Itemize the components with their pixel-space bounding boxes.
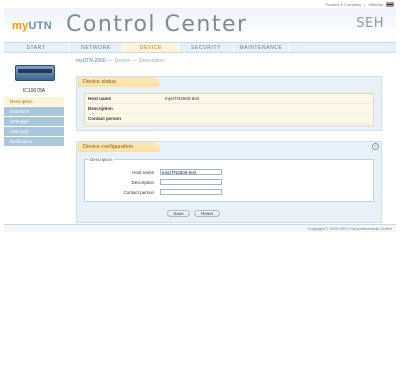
breadcrumb-page: Description [139, 58, 165, 64]
top-links-separator: | [364, 1, 366, 7]
breadcrumb-device[interactable]: myUTN-2500 [76, 58, 106, 64]
myutn-logo: myUTN [12, 20, 52, 32]
form-row-description: Description [85, 178, 375, 186]
help-icon[interactable]: ? [372, 143, 379, 150]
form-row-contact-person: Contact person [85, 188, 375, 196]
sidebar-item-description[interactable]: Description [4, 97, 64, 106]
device-front [18, 69, 52, 73]
host-name-input[interactable] [160, 169, 222, 175]
seh-logo: SEH [356, 16, 384, 31]
language-flag-icon[interactable] [386, 1, 394, 7]
description-label: Description [131, 179, 154, 185]
description-input[interactable] [160, 179, 222, 185]
status-value: myUTN2500-test [165, 96, 200, 101]
breadcrumb-separator: — [132, 58, 138, 64]
app-title: Control Center [66, 12, 248, 37]
sidebar-item-notification[interactable]: Notification [4, 137, 64, 146]
nav-network[interactable]: NETWORK [69, 43, 124, 52]
host-name-label: Host name [132, 169, 154, 175]
table-row: Host name myUTN2500-test [85, 94, 373, 104]
status-label: Contact person [88, 116, 122, 121]
nav-security[interactable]: SECURITY [179, 43, 234, 52]
main-nav: START NETWORK DEVICE SECURITY MAINTENANC… [4, 42, 396, 53]
save-button[interactable]: Save [167, 210, 190, 217]
fieldset-legend: Description [89, 157, 114, 162]
header: myUTN Control Center SEH [4, 8, 396, 40]
logo-my-text: my [12, 20, 29, 32]
reset-button[interactable]: Reset [194, 210, 220, 217]
table-row: Contact person [85, 114, 373, 124]
sidebar-item-datetime[interactable]: Date/time [4, 107, 64, 116]
form-row-host-name: Host name [85, 168, 375, 176]
device-config-title: Device configuration [78, 142, 160, 152]
top-links: Product & Company | Sitemap [325, 0, 394, 8]
contact-person-input[interactable] [160, 189, 222, 195]
nav-start[interactable]: START [4, 43, 69, 52]
breadcrumb-separator: — [107, 58, 113, 64]
device-status-panel: Device status Host name myUTN2500-test D… [76, 76, 382, 131]
device-box [15, 65, 55, 81]
contact-person-label: Contact person [123, 189, 154, 195]
device-config-panel: Device configuration ? Description Host … [76, 141, 382, 223]
status-label: Description [88, 106, 113, 111]
status-table: Host name myUTN2500-test Description Con… [84, 93, 374, 126]
sidebar: IC10678A Description Date/time UTN port … [4, 54, 64, 146]
footer: Copyright © 2018 SEH Computertechnik Gmb… [4, 224, 396, 232]
copyright-text: Copyright © 2018 SEH Computertechnik Gmb… [307, 226, 392, 231]
product-company-link[interactable]: Product & Company [325, 2, 361, 7]
sidebar-item-usb-port[interactable]: USB port [4, 127, 64, 136]
device-image [15, 59, 55, 85]
table-row: Description [85, 104, 373, 114]
description-fieldset: Description Host name Description Contac… [84, 157, 375, 202]
breadcrumb-section: Device [114, 58, 131, 64]
nav-maintenance[interactable]: MAINTENANCE [234, 43, 289, 52]
device-status-title: Device status [78, 77, 160, 87]
nav-device[interactable]: DEVICE [124, 43, 179, 52]
sitemap-link[interactable]: Sitemap [368, 2, 383, 7]
breadcrumb: myUTN-2500 — Device — Description [76, 56, 384, 66]
status-label: Host name [88, 96, 112, 101]
device-name: IC10678A [22, 88, 46, 94]
main-content: myUTN-2500 — Device — Description Device… [76, 56, 384, 223]
sidebar-item-utn-port[interactable]: UTN port [4, 117, 64, 126]
logo-utn-text: UTN [28, 20, 53, 32]
